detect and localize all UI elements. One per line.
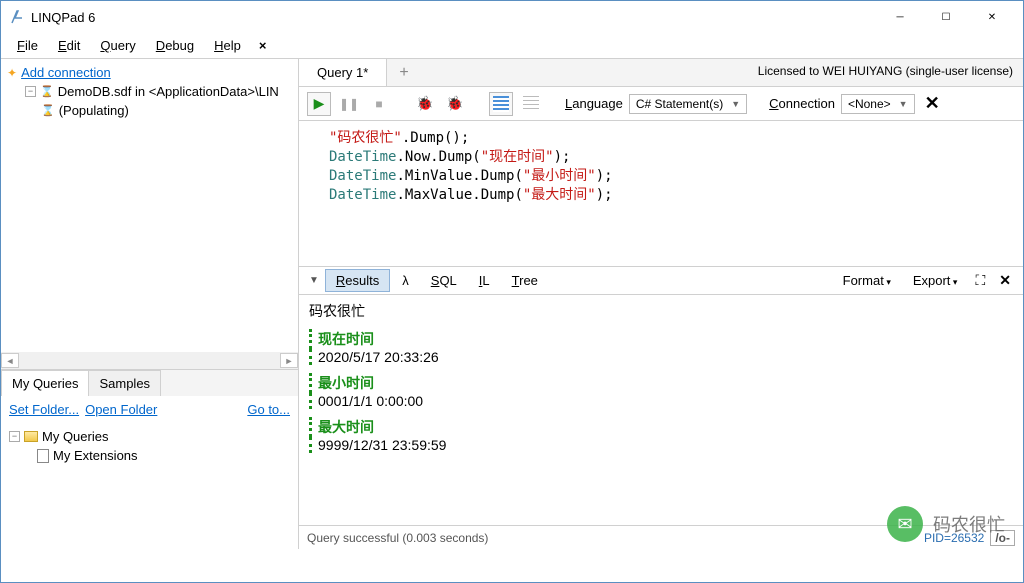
grid-off-icon[interactable] — [519, 92, 543, 116]
file-icon — [37, 449, 49, 463]
format-dropdown[interactable]: Format — [833, 270, 901, 291]
grid-on-icon[interactable] — [489, 92, 513, 116]
menu-close-icon[interactable]: × — [251, 34, 275, 57]
status-message: Query successful (0.003 seconds) — [307, 531, 488, 545]
close-results-icon[interactable]: ✕ — [993, 272, 1017, 289]
result-value: 9999/12/31 23:59:59 — [309, 437, 1013, 453]
pause-button[interactable]: ❚❚ — [337, 92, 361, 116]
result-value: 2020/5/17 20:33:26 — [309, 349, 1013, 365]
collapse-results-icon[interactable]: ▼ — [305, 275, 323, 286]
tab-tree[interactable]: Tree — [502, 270, 548, 291]
window-title: LINQPad 6 — [31, 10, 877, 25]
run-button[interactable]: ▶ — [307, 92, 331, 116]
set-folder-link[interactable]: Set Folder... — [9, 402, 79, 417]
h-scrollbar[interactable]: ◄ ► — [1, 352, 298, 369]
open-folder-link[interactable]: Open Folder — [85, 402, 157, 417]
minimize-button[interactable]: ─ — [877, 2, 923, 32]
maximize-button[interactable]: ☐ — [923, 2, 969, 32]
tab-results[interactable]: Results — [325, 269, 390, 292]
tree-collapse-icon[interactable]: − — [9, 431, 20, 442]
sparkle-icon: ✦ — [7, 66, 17, 80]
expand-icon[interactable]: ⛶ — [969, 272, 991, 289]
bug-blue-icon[interactable]: 🐞 — [443, 92, 467, 116]
code-editor[interactable]: "码农很忙".Dump(); DateTime.Now.Dump("现在时间")… — [299, 121, 1023, 267]
hourglass-icon: ⌛ — [40, 85, 54, 98]
bug-icon[interactable]: 🐞 — [413, 92, 437, 116]
scroll-left[interactable]: ◄ — [1, 353, 19, 368]
query-tab[interactable]: Query 1* — [299, 59, 387, 86]
result-header: 现在时间 — [309, 329, 1013, 349]
app-logo — [9, 9, 25, 25]
license-label: Licensed to WEI HUIYANG (single-user lic… — [748, 59, 1023, 86]
scroll-right[interactable]: ► — [280, 353, 298, 368]
connections-pane: ✦ Add connection − ⌛ DemoDB.sdf in <Appl… — [1, 59, 298, 369]
add-connection-link[interactable]: Add connection — [21, 65, 111, 80]
result-value: 0001/1/1 0:00:00 — [309, 393, 1013, 409]
folder-icon — [24, 431, 38, 442]
export-dropdown[interactable]: Export — [903, 270, 968, 291]
connection-select[interactable]: <None>▼ — [841, 94, 915, 114]
result-header: 最小时间 — [309, 373, 1013, 393]
menu-debug[interactable]: Debug — [146, 34, 204, 57]
tree-my-extensions[interactable]: My Extensions — [53, 448, 138, 463]
language-label: Language — [565, 96, 623, 111]
menu-query[interactable]: Query — [90, 34, 145, 57]
tab-il[interactable]: IL — [469, 270, 500, 291]
toolbar-close-icon[interactable]: ✕ — [925, 93, 940, 114]
tree-my-queries[interactable]: My Queries — [42, 429, 108, 444]
tab-sql[interactable]: SQL — [421, 270, 467, 291]
add-tab-button[interactable]: + — [387, 59, 420, 86]
close-button[interactable]: ✕ — [969, 2, 1015, 32]
results-pane: 码农很忙 现在时间 2020/5/17 20:33:26 最小时间 0001/1… — [299, 295, 1023, 525]
connection-label: Connection — [769, 96, 835, 111]
populating-label: (Populating) — [59, 103, 129, 118]
menu-file[interactable]: File — [7, 34, 48, 57]
language-select[interactable]: C# Statement(s)▼ — [629, 94, 747, 114]
hourglass-icon: ⌛ — [41, 104, 55, 117]
menu-edit[interactable]: Edit — [48, 34, 90, 57]
db-node[interactable]: DemoDB.sdf in <ApplicationData>\LIN — [58, 84, 279, 99]
tab-my-queries[interactable]: My Queries — [1, 370, 89, 396]
result-text: 码农很忙 — [309, 301, 1013, 321]
stop-button[interactable]: ■ — [367, 92, 391, 116]
tab-samples[interactable]: Samples — [88, 370, 161, 396]
watermark: ✉ 码农很忙 — [887, 506, 1005, 542]
tab-lambda[interactable]: λ — [392, 270, 419, 291]
wechat-icon: ✉ — [887, 506, 923, 542]
tree-collapse-icon[interactable]: − — [25, 86, 36, 97]
result-header: 最大时间 — [309, 417, 1013, 437]
menu-help[interactable]: Help — [204, 34, 251, 57]
goto-link[interactable]: Go to... — [247, 402, 290, 417]
